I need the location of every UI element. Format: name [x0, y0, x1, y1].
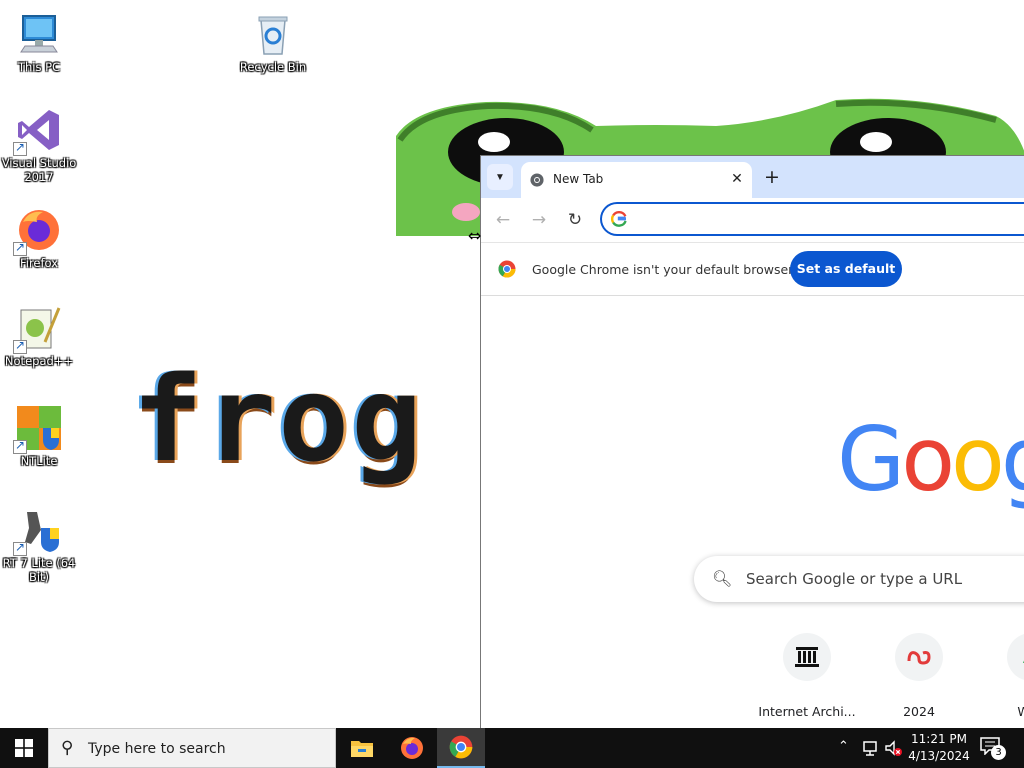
resize-cursor-icon: ⇔	[468, 226, 482, 245]
google-logo-letter: o	[901, 408, 955, 511]
desktop-icon-visual-studio[interactable]: Visual Studio 2017	[1, 106, 77, 184]
desktop-icon-this-pc[interactable]: This PC	[1, 10, 77, 74]
tab-title: New Tab	[553, 172, 604, 186]
shortcut-name: 2024	[903, 704, 935, 719]
back-button[interactable]: ←	[491, 208, 515, 232]
set-as-default-button[interactable]: Set as default	[790, 251, 902, 287]
search-icon: ⚲	[61, 738, 74, 758]
firefox-icon	[401, 737, 423, 759]
reload-button[interactable]: ↻	[563, 208, 587, 232]
desktop-icon-label: Firefox	[19, 256, 59, 270]
web-store-icon	[1007, 633, 1024, 681]
taskbar-chrome[interactable]	[437, 728, 485, 768]
taskbar-search-box[interactable]: ⚲ Type here to search	[48, 728, 336, 768]
windows-logo-icon	[15, 739, 33, 757]
site-2024-icon	[895, 633, 943, 681]
taskbar-search-placeholder: Type here to search	[88, 741, 226, 757]
action-center-button[interactable]: 3	[980, 737, 1006, 760]
shortcut-arrow-icon	[13, 540, 27, 556]
chrome-logo-icon	[498, 260, 516, 278]
forward-button[interactable]: →	[527, 208, 551, 232]
recycle-bin-icon	[249, 10, 297, 58]
google-logo-letter: G	[837, 408, 905, 511]
tab-new-tab[interactable]: New Tab ✕	[521, 162, 752, 198]
browser-toolbar: ← → ↻	[481, 198, 1024, 242]
google-logo-letter: o	[951, 408, 1005, 511]
shortcut-arrow-icon	[13, 140, 27, 156]
google-logo: Goog	[837, 416, 1024, 504]
clock-date: 4/13/2024	[908, 749, 970, 763]
google-logo-letter: g	[1001, 408, 1024, 511]
system-clock[interactable]: 11:21 PM 4/13/2024	[906, 731, 972, 765]
desktop-icon-notepad-plus-plus[interactable]: Notepad++	[1, 304, 77, 368]
shortcut-tile-2024[interactable]: 2024	[863, 633, 975, 719]
taskbar-firefox[interactable]	[388, 728, 436, 768]
volume-muted-icon[interactable]	[884, 739, 902, 757]
search-icon: 🔍︎	[712, 569, 733, 588]
desktop-icon-recycle-bin[interactable]: Recycle Bin	[235, 10, 311, 74]
shortcut-tile-internet-archive[interactable]: Internet Archi...	[751, 633, 863, 719]
desktop-icon-firefox[interactable]: Firefox	[1, 206, 77, 270]
tab-close-icon[interactable]: ✕	[727, 169, 747, 189]
shortcut-tile-web[interactable]: Web	[975, 633, 1024, 719]
taskbar-file-explorer[interactable]	[338, 728, 386, 768]
notepad-plus-plus-icon	[13, 304, 63, 354]
start-button[interactable]	[0, 728, 48, 768]
notification-count-badge: 3	[991, 745, 1006, 760]
network-icon[interactable]	[862, 739, 880, 757]
firefox-icon	[13, 206, 63, 256]
desktop-icon-label: Notepad++	[4, 354, 74, 368]
file-explorer-icon	[351, 741, 373, 757]
address-bar[interactable]	[600, 202, 1024, 236]
clock-time: 11:21 PM	[911, 732, 967, 746]
ntp-search-placeholder: Search Google or type a URL	[746, 570, 963, 588]
internet-archive-icon	[783, 633, 831, 681]
ntlite-icon	[13, 404, 63, 454]
show-hidden-icons-chevron-icon[interactable]: ⌃	[838, 739, 849, 754]
chrome-favicon-icon	[530, 173, 544, 187]
google-g-icon	[611, 211, 627, 227]
shortcut-arrow-icon	[13, 338, 27, 354]
chrome-icon	[449, 735, 473, 759]
desktop-icon-label: This PC	[17, 60, 61, 74]
desktop-icon-label: RT 7 Lite (64 Bit)	[2, 556, 76, 584]
desktop-icon-label: NTLite	[20, 454, 58, 468]
taskbar: ⚲ Type here to search ⌃ 11:21 PM 4/13/20…	[0, 728, 1024, 768]
tab-search-chevron-icon[interactable]: ▼	[487, 164, 513, 190]
default-browser-infobar: Google Chrome isn't your default browser…	[481, 242, 1024, 296]
shortcut-name: Web	[975, 704, 1024, 719]
tab-strip: ▼ New Tab ✕ +	[481, 156, 1024, 198]
shortcut-arrow-icon	[13, 438, 27, 454]
rt7lite-icon	[13, 506, 63, 556]
new-tab-button[interactable]: +	[761, 166, 783, 188]
shortcut-arrow-icon	[13, 240, 27, 256]
this-pc-icon	[15, 10, 63, 58]
ntp-search-box[interactable]: 🔍︎ Search Google or type a URL	[694, 556, 1024, 602]
desktop-icon-label: Recycle Bin	[239, 60, 307, 74]
shortcut-name: Internet Archi...	[758, 704, 856, 719]
desktop-icon-rt7lite[interactable]: RT 7 Lite (64 Bit)	[1, 506, 77, 584]
visual-studio-icon	[13, 106, 63, 156]
new-tab-page: Goog 🔍︎ Search Google or type a URL Inte…	[481, 296, 1024, 728]
desktop-icon-ntlite[interactable]: NTLite	[1, 404, 77, 468]
desktop-icon-label: Visual Studio 2017	[1, 156, 77, 184]
infobar-message: Google Chrome isn't your default browser	[532, 262, 794, 277]
chrome-window[interactable]: ▼ New Tab ✕ + ← → ↻ Google Chrome isn't …	[480, 155, 1024, 728]
